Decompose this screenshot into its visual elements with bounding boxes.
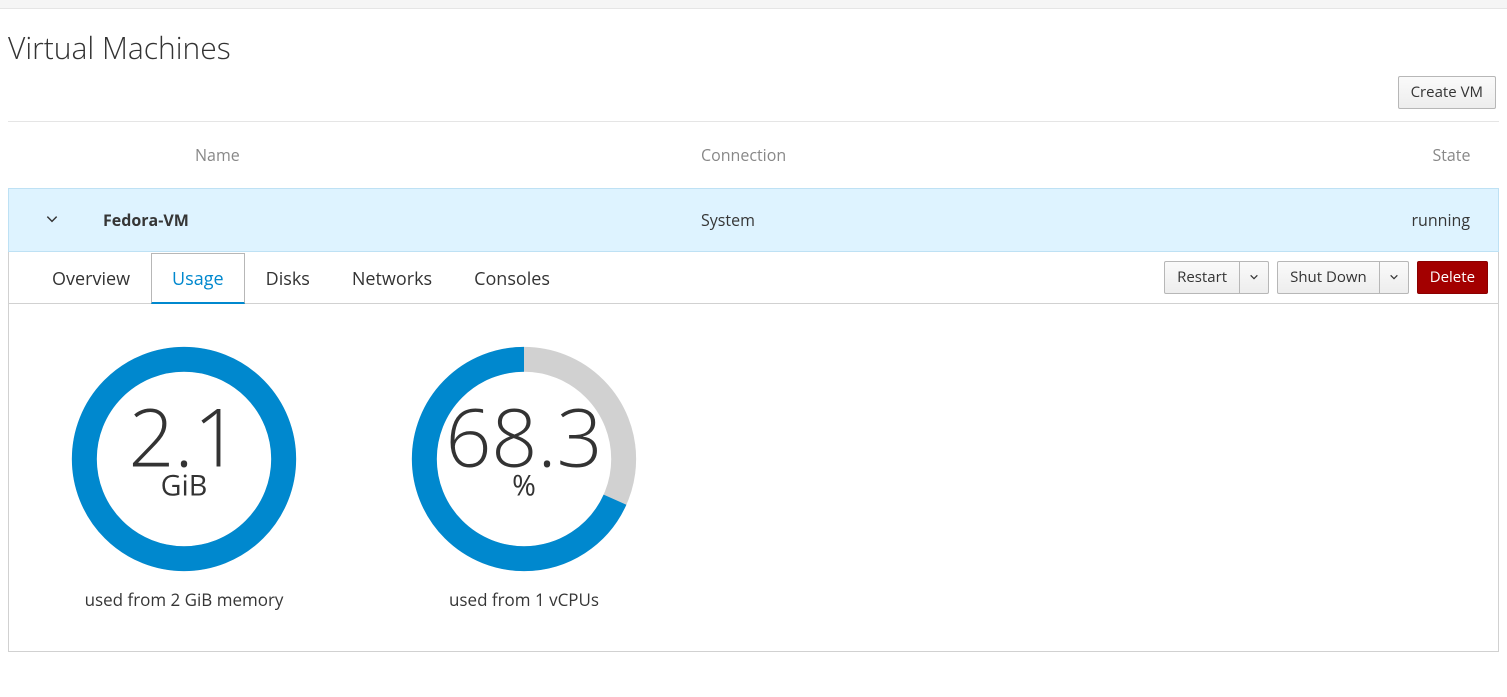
vm-detail-row: Overview Usage Disks Networks Consoles R… bbox=[9, 252, 1499, 652]
vm-table: Name Connection State Fedora-VM System r… bbox=[8, 122, 1499, 652]
column-header-state: State bbox=[1108, 122, 1498, 189]
vm-state: running bbox=[1411, 209, 1470, 231]
column-header-connection: Connection bbox=[693, 122, 1108, 189]
usage-gauges: 2.1 GiB used from 2 GiB memory 68.3 bbox=[9, 304, 1498, 651]
memory-gauge-chart: 2.1 GiB bbox=[69, 344, 299, 574]
memory-gauge-caption: used from 2 GiB memory bbox=[85, 588, 284, 611]
tab-disks[interactable]: Disks bbox=[245, 253, 331, 304]
restart-dropdown-button[interactable] bbox=[1240, 261, 1269, 294]
vm-actions: Restart Shut Down bbox=[1164, 255, 1488, 300]
page-title: Virtual Machines bbox=[8, 27, 1499, 68]
cpu-gauge: 68.3 % used from 1 vCPUs bbox=[409, 344, 639, 611]
tab-overview[interactable]: Overview bbox=[31, 253, 151, 304]
shutdown-button[interactable]: Shut Down bbox=[1277, 261, 1380, 294]
expand-toggle[interactable] bbox=[45, 209, 59, 231]
chevron-down-icon bbox=[45, 212, 59, 226]
cpu-gauge-caption: used from 1 vCPUs bbox=[449, 588, 599, 611]
tab-usage[interactable]: Usage bbox=[151, 253, 245, 304]
chevron-down-icon bbox=[1249, 272, 1259, 282]
shutdown-dropdown-button[interactable] bbox=[1380, 261, 1409, 294]
restart-button[interactable]: Restart bbox=[1164, 261, 1240, 294]
vm-name: Fedora-VM bbox=[103, 209, 189, 231]
tab-consoles[interactable]: Consoles bbox=[453, 253, 571, 304]
memory-gauge: 2.1 GiB used from 2 GiB memory bbox=[69, 344, 299, 611]
vm-tabbar: Overview Usage Disks Networks Consoles R… bbox=[9, 252, 1498, 304]
table-row[interactable]: Fedora-VM System running bbox=[9, 189, 1499, 252]
cpu-gauge-unit: % bbox=[512, 465, 536, 504]
vm-connection: System bbox=[701, 209, 755, 231]
create-vm-button[interactable]: Create VM bbox=[1398, 76, 1496, 109]
tab-networks[interactable]: Networks bbox=[331, 253, 453, 304]
delete-button[interactable]: Delete bbox=[1417, 261, 1488, 294]
chevron-down-icon bbox=[1389, 272, 1399, 282]
memory-gauge-unit: GiB bbox=[161, 465, 208, 504]
window-topbar bbox=[0, 0, 1507, 9]
column-header-name: Name bbox=[95, 122, 693, 189]
page-toolbar: Create VM bbox=[8, 76, 1499, 122]
cpu-gauge-chart: 68.3 % bbox=[409, 344, 639, 574]
